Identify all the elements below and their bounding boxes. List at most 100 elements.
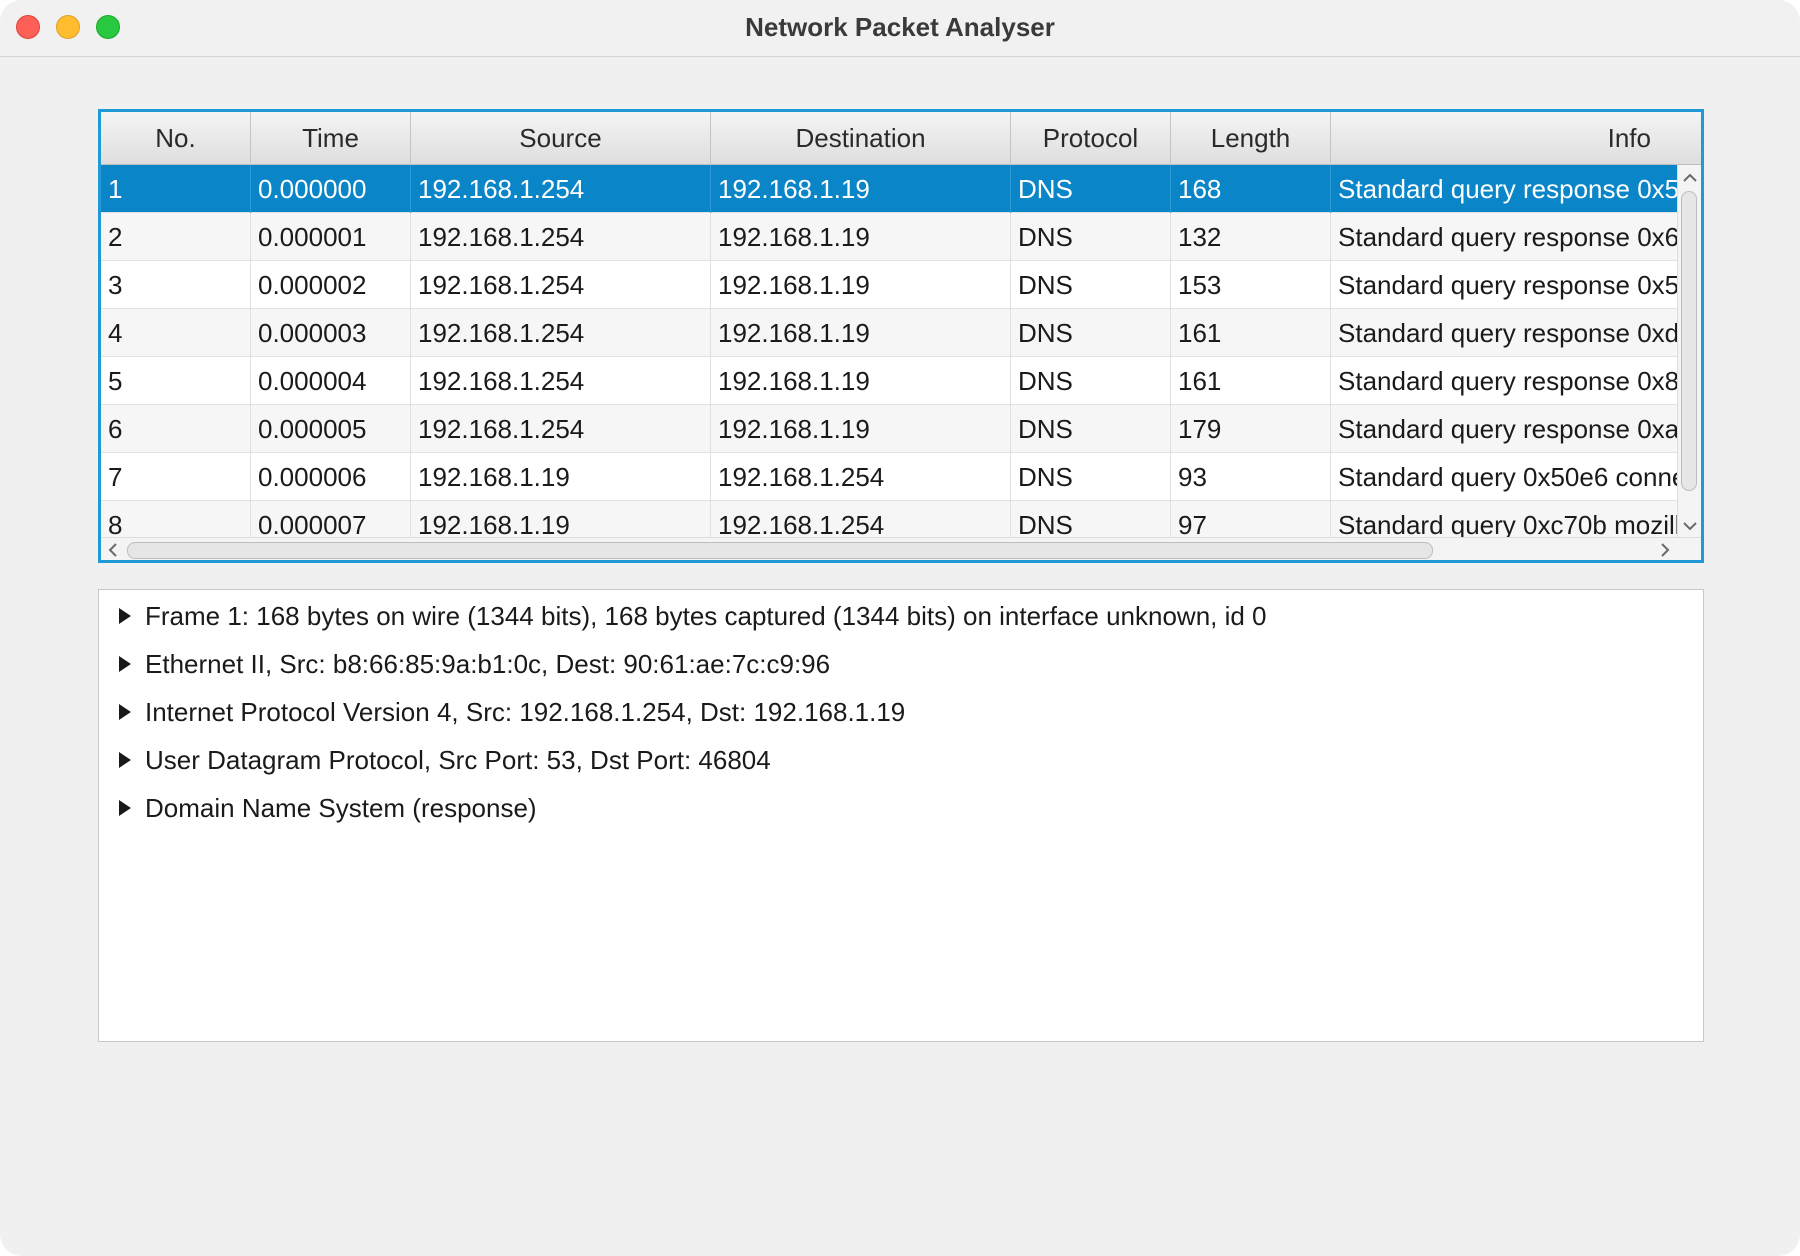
- tree-item-label: Internet Protocol Version 4, Src: 192.16…: [145, 697, 906, 727]
- cell-time: 0.000001: [251, 213, 411, 261]
- packet-list: 1 0.000000 192.168.1.254 192.168.1.19 DN…: [101, 165, 1679, 537]
- table-row[interactable]: 8 0.000007 192.168.1.19 192.168.1.254 DN…: [101, 501, 1679, 537]
- app-window: Network Packet Analyser No. Time Source …: [0, 0, 1800, 1256]
- chevron-down-icon[interactable]: [1680, 517, 1700, 535]
- column-header-source[interactable]: Source: [411, 112, 711, 164]
- cell-protocol: DNS: [1011, 357, 1171, 405]
- cell-no: 7: [101, 453, 251, 501]
- cell-destination: 192.168.1.19: [711, 309, 1011, 357]
- cell-time: 0.000003: [251, 309, 411, 357]
- cell-destination: 192.168.1.19: [711, 357, 1011, 405]
- cell-source: 192.168.1.254: [411, 309, 711, 357]
- column-header-info[interactable]: Info: [1331, 112, 1701, 164]
- table-row[interactable]: 3 0.000002 192.168.1.254 192.168.1.19 DN…: [101, 261, 1679, 309]
- tree-item-udp[interactable]: User Datagram Protocol, Src Port: 53, Ds…: [119, 740, 771, 780]
- cell-no: 4: [101, 309, 251, 357]
- cell-protocol: DNS: [1011, 405, 1171, 453]
- expand-triangle-icon[interactable]: [119, 704, 131, 721]
- cell-time: 0.000006: [251, 453, 411, 501]
- tree-item-ethernet[interactable]: Ethernet II, Src: b8:66:85:9a:b1:0c, Des…: [119, 644, 830, 684]
- cell-protocol: DNS: [1011, 453, 1171, 501]
- cell-info: Standard query response 0x57: [1338, 270, 1679, 300]
- cell-protocol: DNS: [1011, 165, 1171, 213]
- table-row[interactable]: 5 0.000004 192.168.1.254 192.168.1.19 DN…: [101, 357, 1679, 405]
- horizontal-scrollbar[interactable]: [101, 537, 1701, 560]
- cell-time: 0.000004: [251, 357, 411, 405]
- cell-length: 132: [1171, 213, 1331, 261]
- vertical-scrollbar[interactable]: [1677, 165, 1701, 537]
- cell-no: 6: [101, 405, 251, 453]
- cell-info: Standard query response 0xa2: [1338, 414, 1679, 444]
- tree-item-label: Frame 1: 168 bytes on wire (1344 bits), …: [145, 601, 1267, 631]
- expand-triangle-icon[interactable]: [119, 608, 131, 625]
- window-title: Network Packet Analyser: [745, 12, 1055, 42]
- tree-item-label: Ethernet II, Src: b8:66:85:9a:b1:0c, Des…: [145, 649, 831, 679]
- tree-item-dns[interactable]: Domain Name System (response): [119, 788, 537, 828]
- packet-table[interactable]: No. Time Source Destination Protocol Len…: [98, 109, 1704, 563]
- expand-triangle-icon[interactable]: [119, 752, 131, 769]
- cell-info: Standard query 0x50e6 conne: [1338, 462, 1679, 492]
- cell-source: 192.168.1.254: [411, 165, 711, 213]
- cell-time: 0.000007: [251, 501, 411, 537]
- tree-item-label: Domain Name System (response): [145, 793, 537, 823]
- cell-protocol: DNS: [1011, 501, 1171, 537]
- tree-item-label: User Datagram Protocol, Src Port: 53, Ds…: [145, 745, 771, 775]
- cell-no: 5: [101, 357, 251, 405]
- cell-time: 0.000002: [251, 261, 411, 309]
- cell-destination: 192.168.1.19: [711, 261, 1011, 309]
- cell-source: 192.168.1.19: [411, 501, 711, 537]
- tree-item-ipv4[interactable]: Internet Protocol Version 4, Src: 192.16…: [119, 692, 905, 732]
- cell-time: 0.000000: [251, 165, 411, 213]
- cell-info: Standard query 0xc70b mozill: [1338, 510, 1679, 537]
- cell-protocol: DNS: [1011, 213, 1171, 261]
- cell-source: 192.168.1.254: [411, 213, 711, 261]
- cell-destination: 192.168.1.254: [711, 453, 1011, 501]
- cell-no: 1: [101, 165, 251, 213]
- cell-protocol: DNS: [1011, 309, 1171, 357]
- cell-protocol: DNS: [1011, 261, 1171, 309]
- cell-length: 168: [1171, 165, 1331, 213]
- cell-destination: 192.168.1.19: [711, 165, 1011, 213]
- cell-time: 0.000005: [251, 405, 411, 453]
- cell-info: Standard query response 0x50: [1338, 174, 1679, 204]
- title-bar[interactable]: Network Packet Analyser: [0, 0, 1800, 57]
- column-header-no[interactable]: No.: [101, 112, 251, 164]
- cell-length: 179: [1171, 405, 1331, 453]
- cell-info: Standard query response 0x8a: [1338, 366, 1679, 396]
- cell-no: 2: [101, 213, 251, 261]
- cell-no: 3: [101, 261, 251, 309]
- chevron-right-icon[interactable]: [1655, 542, 1675, 560]
- expand-triangle-icon[interactable]: [119, 656, 131, 673]
- cell-info: Standard query response 0x6b: [1338, 222, 1679, 252]
- expand-triangle-icon[interactable]: [119, 800, 131, 817]
- cell-source: 192.168.1.19: [411, 453, 711, 501]
- cell-destination: 192.168.1.254: [711, 501, 1011, 537]
- table-row[interactable]: 1 0.000000 192.168.1.254 192.168.1.19 DN…: [101, 165, 1679, 213]
- cell-length: 161: [1171, 357, 1331, 405]
- cell-destination: 192.168.1.19: [711, 405, 1011, 453]
- cell-length: 93: [1171, 453, 1331, 501]
- table-row[interactable]: 2 0.000001 192.168.1.254 192.168.1.19 DN…: [101, 213, 1679, 261]
- cell-source: 192.168.1.254: [411, 357, 711, 405]
- table-row[interactable]: 6 0.000005 192.168.1.254 192.168.1.19 DN…: [101, 405, 1679, 453]
- packet-details-tree[interactable]: Frame 1: 168 bytes on wire (1344 bits), …: [98, 589, 1704, 1042]
- tree-item-frame[interactable]: Frame 1: 168 bytes on wire (1344 bits), …: [119, 596, 1267, 636]
- column-header-length[interactable]: Length: [1171, 112, 1331, 164]
- table-row[interactable]: 4 0.000003 192.168.1.254 192.168.1.19 DN…: [101, 309, 1679, 357]
- cell-info: Standard query response 0xd1: [1338, 318, 1679, 348]
- horizontal-scroll-thumb[interactable]: [127, 542, 1433, 559]
- column-header-protocol[interactable]: Protocol: [1011, 112, 1171, 164]
- column-header-time[interactable]: Time: [251, 112, 411, 164]
- cell-source: 192.168.1.254: [411, 261, 711, 309]
- cell-source: 192.168.1.254: [411, 405, 711, 453]
- cell-destination: 192.168.1.19: [711, 213, 1011, 261]
- cell-length: 97: [1171, 501, 1331, 537]
- cell-no: 8: [101, 501, 251, 537]
- table-row[interactable]: 7 0.000006 192.168.1.19 192.168.1.254 DN…: [101, 453, 1679, 501]
- vertical-scroll-thumb[interactable]: [1681, 191, 1697, 491]
- chevron-left-icon[interactable]: [103, 542, 123, 560]
- column-header-destination[interactable]: Destination: [711, 112, 1011, 164]
- cell-length: 161: [1171, 309, 1331, 357]
- chevron-up-icon[interactable]: [1680, 169, 1700, 187]
- table-header: No. Time Source Destination Protocol Len…: [101, 112, 1701, 165]
